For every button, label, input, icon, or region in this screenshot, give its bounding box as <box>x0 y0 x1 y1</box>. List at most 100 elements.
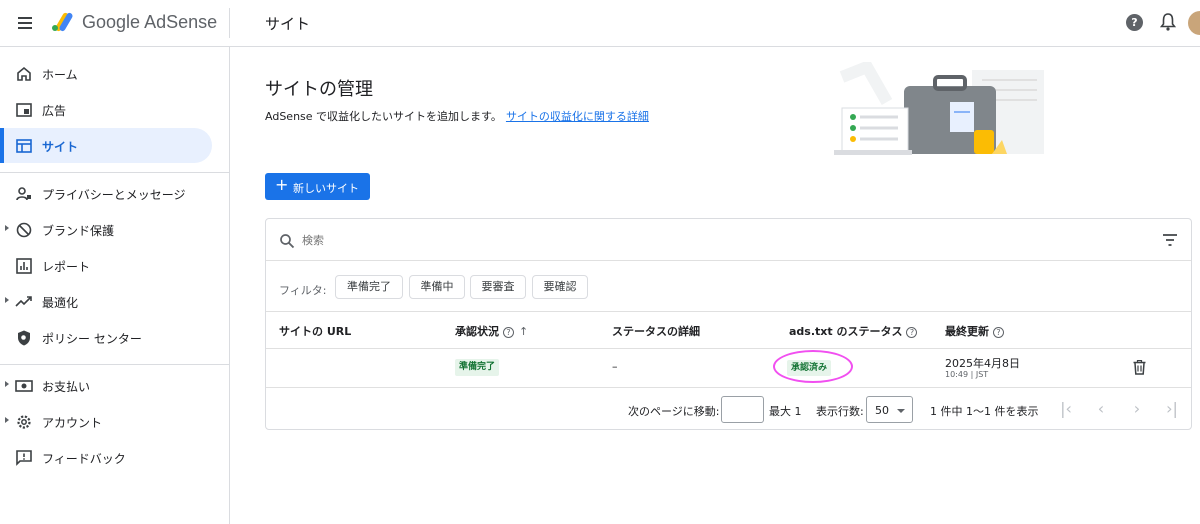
nav-divider <box>0 364 229 365</box>
sidebar-item-label: ホーム <box>42 68 78 82</box>
sort-ascending-icon[interactable]: ↑ <box>519 325 528 338</box>
column-header-label: サイトの URL <box>279 325 352 338</box>
help-question-icon[interactable]: ? <box>503 326 514 338</box>
expand-caret-icon <box>5 381 9 387</box>
filter-chip-needs-attention[interactable]: 要確認 <box>532 275 588 299</box>
row-divider <box>266 311 1191 312</box>
notifications-bell-icon[interactable] <box>1160 13 1176 31</box>
sidebar-item-brand-protection[interactable]: ブランド保護 <box>0 212 212 247</box>
pagination-goto-label: 次のページに移動: <box>628 405 720 418</box>
nav-divider <box>0 172 229 173</box>
status-detail-cell: – <box>612 360 618 373</box>
expand-caret-icon <box>5 417 9 423</box>
last-updated-date: 2025年4月8日 <box>945 357 1020 370</box>
row-divider <box>266 348 1191 349</box>
rows-per-page-select[interactable]: 50 <box>866 396 913 423</box>
last-page-icon[interactable]: ›| <box>1161 399 1183 421</box>
plus-icon: + <box>275 175 289 194</box>
sidebar-nav: ホーム 広告 サイト プライバシーとメッセージ ブランド保護 レポート 最適化 … <box>0 47 230 524</box>
gear-icon <box>17 415 31 429</box>
ads-icon <box>16 103 32 117</box>
sidebar-item-account[interactable]: アカウント <box>0 404 212 439</box>
sidebar-item-label: 広告 <box>42 104 67 118</box>
section-title: サイトの管理 <box>265 79 373 100</box>
rows-per-page-label: 表示行数: <box>816 405 864 418</box>
column-header-label: 最終更新 <box>945 325 989 338</box>
column-header-label: ads.txt のステータス <box>789 325 903 338</box>
column-header-status-detail[interactable]: ステータスの詳細 <box>612 323 700 339</box>
pagination-range-label: 1 件中 1～1 件を表示 <box>930 405 1039 418</box>
sidebar-item-label: アカウント <box>42 416 103 430</box>
filter-chip-preparing[interactable]: 準備中 <box>409 275 465 299</box>
adsense-logo-icon <box>52 12 73 32</box>
avatar[interactable] <box>1188 11 1200 35</box>
filter-chip-needs-review[interactable]: 要審査 <box>470 275 526 299</box>
sidebar-item-label: お支払い <box>42 380 91 394</box>
expand-caret-icon <box>5 225 9 231</box>
page-number-input[interactable] <box>721 396 764 423</box>
column-header-label: 承認状況 <box>455 325 499 338</box>
sidebar-item-sites[interactable]: サイト <box>0 128 212 163</box>
sidebar-item-policy-center[interactable]: ポリシー センター <box>0 320 212 355</box>
sidebar-item-optimization[interactable]: 最適化 <box>0 284 212 319</box>
sidebar-item-privacy[interactable]: プライバシーとメッセージ <box>0 176 212 211</box>
add-new-site-label: 新しいサイト <box>293 182 359 195</box>
payments-icon <box>15 380 33 392</box>
sidebar-item-label: レポート <box>42 260 91 274</box>
section-subtitle: AdSense で収益化したいサイトを追加します。 サイトの収益化に関する詳細 <box>265 108 649 124</box>
sidebar-item-label: フィードバック <box>42 452 126 466</box>
app-brand: Google AdSense <box>82 12 217 33</box>
help-icon[interactable]: ? <box>1126 14 1143 31</box>
column-header-label: ステータスの詳細 <box>612 325 700 338</box>
feedback-icon <box>16 450 32 466</box>
column-header-site-url[interactable]: サイトの URL <box>279 323 351 339</box>
row-divider <box>266 387 1191 388</box>
search-input[interactable] <box>302 230 802 250</box>
pagination-max-label: 最大 1 <box>769 405 802 418</box>
sidebar-item-payments[interactable]: お支払い <box>0 368 212 403</box>
column-header-last-updated[interactable]: 最終更新? <box>945 323 1004 339</box>
column-header-ads-txt-status[interactable]: ads.txt のステータス? <box>789 323 918 339</box>
next-page-icon[interactable]: › <box>1126 399 1148 421</box>
report-icon <box>16 258 32 274</box>
hamburger-menu-icon[interactable] <box>12 11 38 35</box>
rows-per-page-value: 50 <box>875 404 889 417</box>
chevron-down-icon <box>897 409 905 413</box>
row-divider <box>266 260 1191 261</box>
sidebar-item-label: ブランド保護 <box>42 224 115 238</box>
sidebar-item-home[interactable]: ホーム <box>0 56 212 91</box>
brand-product: AdSense <box>144 12 218 32</box>
filter-chip-ready[interactable]: 準備完了 <box>335 275 403 299</box>
top-app-bar: Google AdSense サイト ? <box>0 0 1200 47</box>
highlight-annotation-ring <box>773 350 853 383</box>
help-question-icon[interactable]: ? <box>906 326 918 338</box>
column-header-approval-status[interactable]: 承認状況? ↑ <box>455 323 528 339</box>
sidebar-item-feedback[interactable]: フィードバック <box>0 440 212 475</box>
help-question-icon[interactable]: ? <box>993 326 1004 338</box>
filter-list-icon[interactable] <box>1162 233 1178 247</box>
brand-google: Google <box>82 12 141 32</box>
trending-icon <box>15 296 32 307</box>
sites-table-card: フィルタ: 準備完了 準備中 要審査 要確認 サイトの URL 承認状況? ↑ ス… <box>265 218 1192 430</box>
policy-shield-icon <box>18 330 30 346</box>
expand-caret-icon <box>5 297 9 303</box>
learn-more-link[interactable]: サイトの収益化に関する詳細 <box>506 110 649 123</box>
previous-page-icon[interactable]: ‹ <box>1090 399 1112 421</box>
block-icon <box>16 222 32 238</box>
sidebar-item-ads[interactable]: 広告 <box>0 92 212 127</box>
home-icon <box>17 66 31 81</box>
delete-trash-icon[interactable] <box>1133 360 1146 375</box>
sites-illustration <box>834 62 1044 155</box>
sidebar-item-label: サイト <box>42 140 79 154</box>
approval-status-badge: 準備完了 <box>455 359 500 376</box>
sites-icon <box>16 139 32 153</box>
first-page-icon[interactable]: |‹ <box>1055 399 1077 421</box>
page-title: サイト <box>265 15 311 33</box>
add-new-site-button[interactable]: + 新しいサイト <box>265 173 370 200</box>
filter-label: フィルタ: <box>279 284 327 297</box>
sidebar-item-label: 最適化 <box>42 296 79 310</box>
last-updated-time: 10:49 | JST <box>945 370 989 379</box>
sidebar-item-label: プライバシーとメッセージ <box>42 188 186 202</box>
sidebar-item-reports[interactable]: レポート <box>0 248 212 283</box>
sidebar-item-label: ポリシー センター <box>42 332 142 346</box>
